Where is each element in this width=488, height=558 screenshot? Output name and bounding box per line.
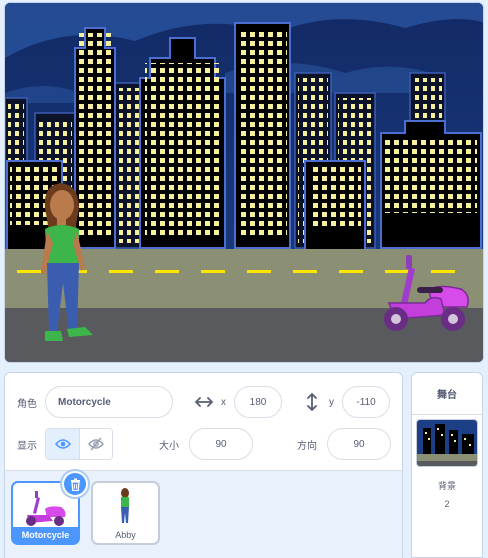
sprite-tile-label: Motorcycle [13,527,78,543]
show-button[interactable] [46,429,79,459]
y-label: y [329,396,334,408]
x-label: x [221,396,226,408]
sprite-name-input[interactable]: Motorcycle [45,386,173,418]
hide-button[interactable] [79,429,112,459]
visibility-toggle [45,428,113,460]
delete-sprite-button[interactable] [62,471,88,497]
x-input[interactable]: 180 [234,386,282,418]
direction-input[interactable]: 90 [327,428,391,460]
show-label: 显示 [17,440,37,452]
abby-thumbnail [121,488,129,523]
stage-selector[interactable]: 舞台 背景 2 [411,372,483,558]
backdrop-thumbnail [416,419,478,467]
stage-canvas[interactable] [4,2,484,363]
trash-icon [70,478,81,491]
size-input[interactable]: 90 [189,428,253,460]
y-input[interactable]: -110 [342,386,390,418]
horizontal-arrows-icon [195,397,213,407]
direction-label: 方向 [297,440,317,452]
sprite-tile-label: Abby [115,530,136,540]
eye-slash-icon [88,437,104,451]
vertical-arrows-icon [307,393,317,411]
stage-scene [5,3,483,362]
sprite-info-pane: 角色 Motorcycle x 180 y -110 显示 大小 90 方向 9… [4,372,403,558]
size-label: 大小 [159,440,179,452]
stage-title: 舞台 [412,373,482,415]
backdrop-count: 2 [444,499,450,509]
sprite-tile-motorcycle[interactable]: Motorcycle [11,471,88,545]
backdrop-label: 背景 [437,481,456,491]
sprite-name-label: 角色 [17,398,37,410]
sprite-tile-abby[interactable]: Abby [91,481,160,545]
eye-icon [54,438,71,450]
sprite-list: Motorcycle Abby [5,470,402,558]
